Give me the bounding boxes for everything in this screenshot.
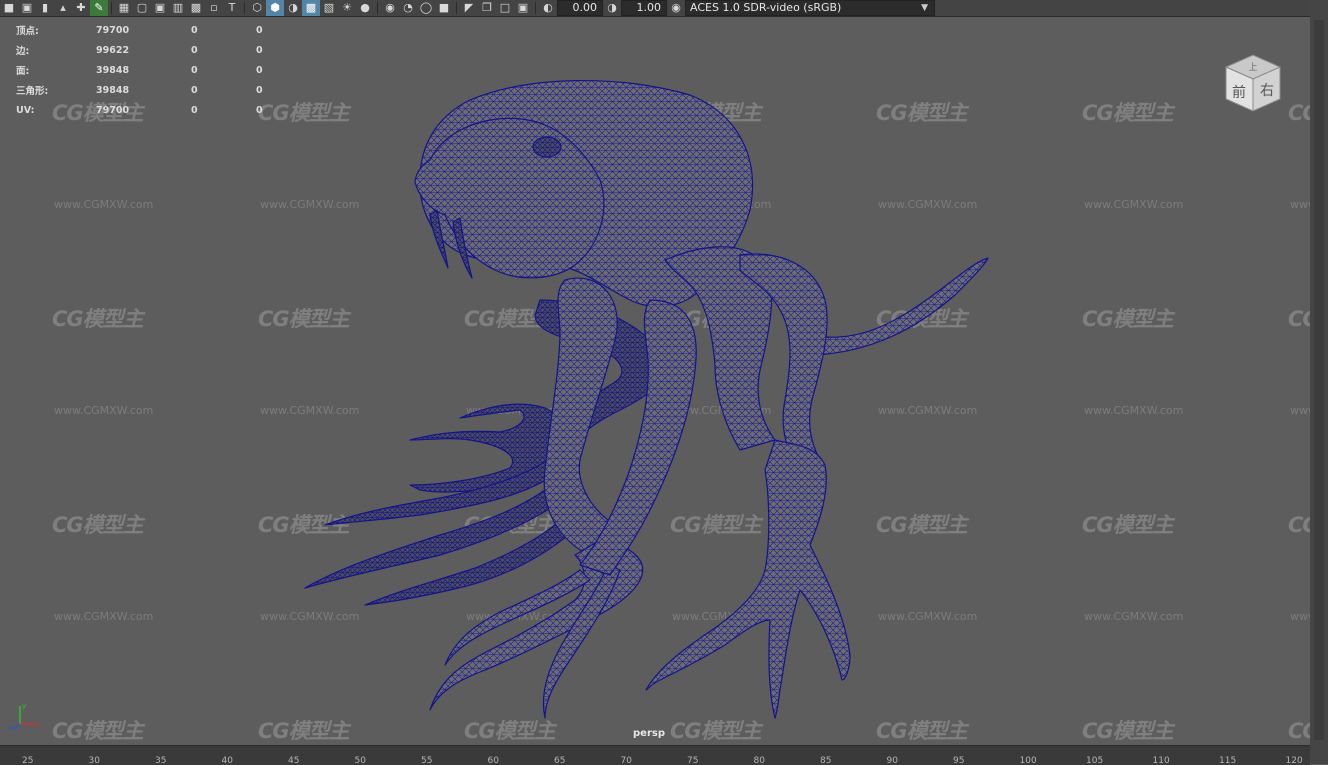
isolate-select-icon[interactable]: ◤ bbox=[460, 0, 478, 16]
wireframe-on-shaded-icon[interactable]: ▩ bbox=[302, 0, 320, 16]
use-lights-icon[interactable]: ☀ bbox=[338, 0, 356, 16]
xray-joints-icon[interactable]: ▣ bbox=[514, 0, 532, 16]
viewcube-front-label: 前 bbox=[1232, 84, 1246, 101]
default-material-icon[interactable]: ◑ bbox=[284, 0, 302, 16]
depth-of-field-icon[interactable]: ■ bbox=[435, 0, 453, 16]
color-space-dropdown[interactable]: ACES 1.0 SDR-video (sRGB) ▼ bbox=[685, 0, 935, 16]
camera-attributes-icon[interactable]: ▣ bbox=[18, 0, 36, 16]
xray-active-icon[interactable]: □ bbox=[496, 0, 514, 16]
creature-wireframe-model[interactable] bbox=[0, 17, 1310, 745]
hud-value: 0 bbox=[256, 24, 263, 36]
hud-value: 39848 bbox=[96, 84, 130, 96]
hud-value: 0 bbox=[256, 44, 263, 56]
anti-aliasing-icon[interactable]: ◯ bbox=[417, 0, 435, 16]
hud-value: 0 bbox=[191, 104, 198, 116]
hud-row-uvs: UV: 79700 0 0 bbox=[16, 100, 296, 120]
axis-gizmo: x y z bbox=[8, 702, 41, 730]
hud-row-vertices: 顶点: 79700 0 0 bbox=[16, 20, 296, 40]
viewport-toolbar: ■ ▣ ▮ ▴ ✚ ✎ ▦ ▢ ▣ ▥ ▩ ▫ T ⬡ ⬢ ◑ ▩ ▧ ☀ ● … bbox=[0, 0, 1310, 17]
camera-name-label: persp bbox=[633, 728, 665, 739]
hud-label: 边: bbox=[16, 46, 30, 57]
move-icon[interactable]: ✚ bbox=[72, 0, 90, 16]
gate-mask-icon[interactable]: ▥ bbox=[169, 0, 187, 16]
hud-value: 0 bbox=[191, 64, 198, 76]
hud-value: 79700 bbox=[96, 24, 130, 36]
hud-value: 0 bbox=[191, 84, 198, 96]
viewcube-right-label: 右 bbox=[1260, 83, 1274, 99]
hud-value: 0 bbox=[256, 104, 263, 116]
hud-row-faces: 面: 39848 0 0 bbox=[16, 60, 296, 80]
exposure-field[interactable]: 0.00 bbox=[557, 0, 603, 16]
right-scroll-bar[interactable] bbox=[1310, 0, 1328, 764]
xray-icon[interactable]: ❐ bbox=[478, 0, 496, 16]
hud-value: 0 bbox=[191, 24, 198, 36]
screen-space-ao-icon[interactable]: ◉ bbox=[381, 0, 399, 16]
camera-icon[interactable]: ■ bbox=[0, 0, 18, 16]
hud-label: 顶点: bbox=[16, 26, 39, 37]
hud-row-triangles: 三角形: 39848 0 0 bbox=[16, 80, 296, 100]
color-management-icon[interactable]: ◉ bbox=[667, 0, 685, 16]
scroll-track[interactable] bbox=[1314, 20, 1324, 740]
hud-value: 99622 bbox=[96, 44, 130, 56]
pencil-icon[interactable]: ✎ bbox=[90, 0, 108, 16]
x-axis-label: x bbox=[37, 721, 41, 729]
shadows-icon[interactable]: ● bbox=[356, 0, 374, 16]
poly-count-hud: 顶点: 79700 0 0 边: 99622 0 0 面: 39848 0 0 … bbox=[16, 20, 296, 120]
persp-viewport[interactable]: CG模型主 www.CGMXW.com CG模型主 www.CGMXW.com CG模型… bbox=[0, 17, 1310, 745]
viewcube[interactable]: 上 前 右 bbox=[1218, 45, 1288, 115]
z-axis-label: z bbox=[8, 724, 12, 730]
safe-title-icon[interactable]: T bbox=[223, 0, 241, 16]
time-slider[interactable]: 25 30 35 40 45 50 55 60 65 70 75 80 85 90 95 100 105 110 1… bbox=[0, 745, 1310, 765]
toolbar-divider bbox=[111, 2, 112, 14]
gamma-icon[interactable]: ◑ bbox=[603, 0, 621, 16]
smooth-shade-icon[interactable]: ⬢ bbox=[266, 0, 284, 16]
exposure-icon[interactable]: ◐ bbox=[539, 0, 557, 16]
chevron-down-icon: ▼ bbox=[921, 3, 928, 13]
gamma-field[interactable]: 1.00 bbox=[621, 0, 667, 16]
resolution-gate-icon[interactable]: ▣ bbox=[151, 0, 169, 16]
bookmark-icon[interactable]: ▮ bbox=[36, 0, 54, 16]
image-plane-icon[interactable]: ▴ bbox=[54, 0, 72, 16]
motion-blur-icon[interactable]: ◔ bbox=[399, 0, 417, 16]
wireframe-icon[interactable]: ⬡ bbox=[248, 0, 266, 16]
grid-icon[interactable]: ▦ bbox=[115, 0, 133, 16]
toolbar-divider bbox=[456, 2, 457, 14]
hud-value: 0 bbox=[256, 84, 263, 96]
hud-row-edges: 边: 99622 0 0 bbox=[16, 40, 296, 60]
field-chart-icon[interactable]: ▩ bbox=[187, 0, 205, 16]
hud-label: 面: bbox=[16, 66, 30, 77]
toolbar-divider bbox=[244, 2, 245, 14]
y-axis-label: y bbox=[22, 702, 26, 710]
z-axis-line bbox=[12, 723, 21, 730]
hud-label: UV: bbox=[16, 104, 35, 116]
color-space-value: ACES 1.0 SDR-video (sRGB) bbox=[690, 1, 842, 14]
film-gate-icon[interactable]: ▢ bbox=[133, 0, 151, 16]
hud-value: 0 bbox=[191, 44, 198, 56]
hud-value: 39848 bbox=[96, 64, 130, 76]
safe-action-icon[interactable]: ▫ bbox=[205, 0, 223, 16]
textured-icon[interactable]: ▧ bbox=[320, 0, 338, 16]
toolbar-divider bbox=[377, 2, 378, 14]
viewcube-top-label: 上 bbox=[1248, 62, 1257, 73]
toolbar-divider bbox=[535, 2, 536, 14]
hud-value: 0 bbox=[256, 64, 263, 76]
hud-value: 79700 bbox=[96, 104, 130, 116]
hud-label: 三角形: bbox=[16, 86, 49, 97]
